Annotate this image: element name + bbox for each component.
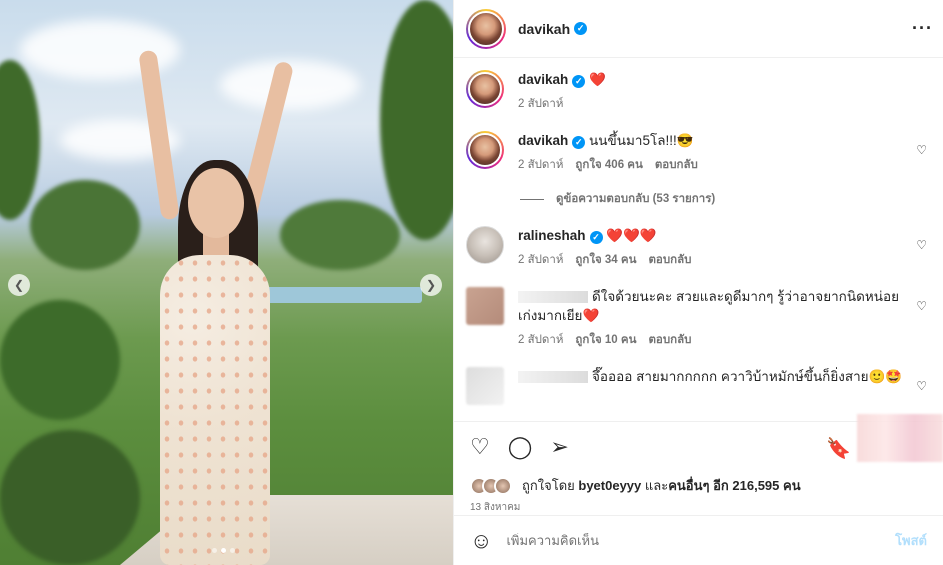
carousel-dot [212, 548, 217, 553]
comment-avatar[interactable] [466, 287, 504, 325]
blurred-username [518, 371, 588, 384]
emoji-icon[interactable]: ☺ [470, 528, 492, 554]
comment-text: ❤️❤️❤️ [606, 228, 657, 243]
comment-text: จึ๊ออออ สายมากกกกก ควาวิบ้าหมักษ์ขึ้นก็ย… [592, 369, 903, 384]
post-date[interactable]: 13 สิงหาคม [454, 496, 943, 515]
comment-avatar[interactable] [466, 226, 504, 264]
comment-like-heart-icon[interactable]: ♡ [916, 143, 927, 157]
post-dialog: ❮ ❯ davikah ✓ ··· davikah ✓ ❤️ 2 สัปดาห์… [0, 0, 943, 565]
dress [160, 255, 270, 565]
verified-icon: ✓ [572, 136, 586, 149]
add-comment-bar: ☺ โพสต์ [454, 515, 943, 565]
view-replies-label: ดูข้อความตอบกลับ (53 รายการ) [556, 193, 716, 205]
caption-time[interactable]: 2 สัปดาห์ [518, 95, 563, 113]
share-icon[interactable]: ➢ [550, 435, 568, 458]
comment-time[interactable]: 2 สัปดาห์ [518, 251, 563, 269]
chevron-right-icon: ❯ [425, 278, 437, 292]
comment-text: นนขึ้นมา5โล!!!😎 [589, 133, 694, 148]
tree [0, 60, 40, 220]
previous-image-button[interactable]: ❮ [8, 274, 30, 296]
comment-time[interactable]: 2 สัปดาห์ [518, 156, 563, 174]
liked-by-label: ถูกใจโดย [522, 478, 575, 493]
caption-avatar[interactable] [466, 70, 504, 108]
like-count[interactable]: อีก 216,595 คน [713, 478, 800, 493]
blurred-overlay [857, 414, 943, 462]
verified-icon: ✓ [572, 75, 586, 88]
carousel-dot-active [221, 548, 226, 553]
liked-by-and: และ [644, 478, 669, 493]
comment-input[interactable] [506, 533, 896, 548]
chevron-left-icon: ❮ [13, 278, 25, 292]
comment-username[interactable]: davikah [518, 133, 568, 148]
comment-item: จึ๊ออออ สายมากกกกก ควาวิบ้าหมักษ์ขึ้นก็ย… [466, 367, 931, 405]
author-name[interactable]: davikah [518, 21, 570, 37]
author-username[interactable]: davikah ✓ [518, 21, 588, 37]
comments-list[interactable]: davikah ✓ ❤️ 2 สัปดาห์ davikah ✓ นนขึ้นมา5… [454, 58, 943, 421]
tree [380, 0, 453, 240]
author-avatar[interactable] [466, 8, 506, 49]
pool [262, 287, 422, 303]
caption-text: ❤️ [589, 72, 606, 87]
blurred-username [518, 291, 588, 304]
comment-like-heart-icon[interactable]: ♡ [916, 299, 927, 313]
comment-time[interactable]: 2 สัปดาห์ [518, 331, 563, 349]
comment-likes[interactable]: ถูกใจ 406 คน [575, 156, 642, 174]
comment-like-heart-icon[interactable]: ♡ [916, 238, 927, 252]
next-image-button[interactable]: ❯ [420, 274, 442, 296]
post-header: davikah ✓ ··· [454, 0, 943, 58]
comment-username[interactable]: ralineshah [518, 228, 586, 243]
comment-likes[interactable]: ถูกใจ 10 คน [575, 331, 636, 349]
post-image[interactable]: ❮ ❯ [0, 0, 453, 565]
liker-avatars[interactable] [470, 476, 512, 495]
more-options-icon[interactable]: ··· [912, 18, 933, 39]
comment-avatar[interactable] [466, 131, 504, 169]
comment-likes[interactable]: ถูกใจ 34 คน [575, 251, 636, 269]
shrub [0, 430, 140, 565]
comment-item: davikah ✓ นนขึ้นมา5โล!!!😎 2 สัปดาห์ ถูกใจ… [466, 131, 931, 174]
bookmark-icon[interactable]: 🔖 [826, 436, 851, 461]
heart-icon[interactable]: ♡ [470, 435, 490, 458]
caption-username[interactable]: davikah [518, 72, 568, 87]
reply-button[interactable]: ตอบกลับ [648, 331, 691, 349]
view-replies-link[interactable]: ดูข้อความตอบกลับ (53 รายการ) [520, 190, 931, 208]
shrub [0, 300, 120, 420]
caption: davikah ✓ ❤️ 2 สัปดาห์ [466, 70, 931, 113]
reply-button[interactable]: ตอบกลับ [655, 156, 698, 174]
carousel-dot [230, 548, 235, 553]
face [188, 168, 244, 238]
liked-by-user[interactable]: byet0eyyy [578, 478, 641, 493]
comment-item: ralineshah ✓ ❤️❤️❤️ 2 สัปดาห์ ถูกใจ 34 คน… [466, 226, 931, 269]
reply-button[interactable]: ตอบกลับ [648, 251, 691, 269]
comment-icon[interactable]: ◯ [508, 435, 533, 458]
carousel-dots [212, 548, 235, 553]
action-bar: ♡ ◯ ➢ 🔖 [454, 414, 943, 471]
tree [280, 200, 400, 270]
others-link[interactable]: คนอื่นๆ [668, 478, 709, 493]
verified-icon: ✓ [589, 231, 603, 244]
comment-like-heart-icon[interactable]: ♡ [916, 379, 927, 393]
comment-avatar[interactable] [466, 367, 504, 405]
post-sidebar: davikah ✓ ··· davikah ✓ ❤️ 2 สัปดาห์ dav… [453, 0, 943, 565]
likes-summary: ถูกใจโดย byet0eyyy และคนอื่นๆ อีก 216,59… [454, 471, 943, 496]
verified-icon: ✓ [574, 22, 588, 35]
tree [30, 180, 140, 270]
post-button[interactable]: โพสต์ [895, 530, 927, 551]
comment-item: ดีใจด้วยนะคะ สวยและดูดีมากๆ รู้ว่าอาจยาก… [466, 287, 931, 349]
